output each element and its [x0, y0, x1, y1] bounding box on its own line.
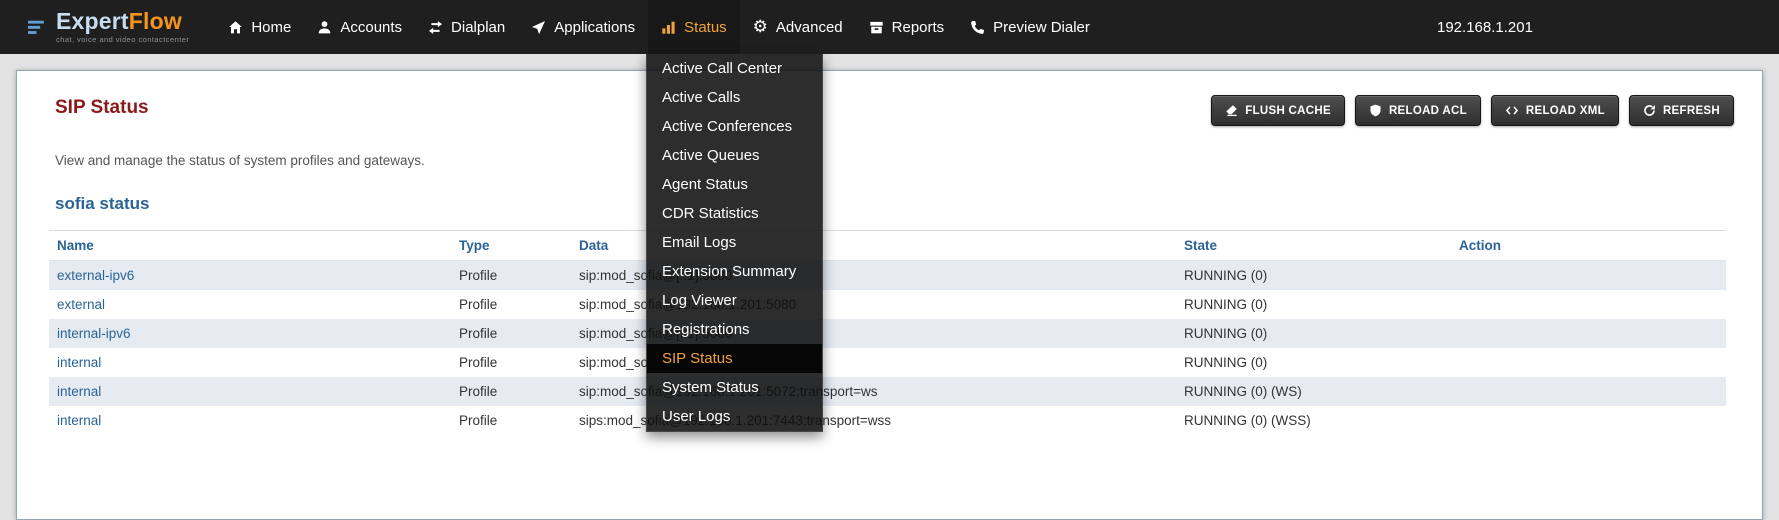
nav-label: Home: [251, 19, 291, 36]
state-cell: RUNNING (0): [1176, 261, 1451, 291]
nav-item-preview-dialer[interactable]: Preview Dialer: [957, 0, 1103, 54]
button-label: RELOAD ACL: [1389, 105, 1467, 117]
swap-arrows-icon: [428, 20, 443, 35]
menu-item-system-status[interactable]: System Status: [647, 373, 822, 402]
nav-label: Accounts: [340, 19, 402, 36]
nav-label: Dialplan: [451, 19, 505, 36]
nav-item-status[interactable]: Status: [648, 0, 740, 54]
menu-item-active-call-center[interactable]: Active Call Center: [647, 54, 822, 83]
state-cell: RUNNING (0): [1176, 348, 1451, 377]
menu-item-registrations[interactable]: Registrations: [647, 315, 822, 344]
content-card: SIP Status FLUSH CACHE RELOAD ACL RELOAD…: [16, 70, 1763, 520]
action-cell: [1451, 377, 1726, 406]
profile-link[interactable]: internal: [57, 413, 101, 428]
sofia-status-table: Name Type Data State Action external-ipv…: [49, 230, 1726, 435]
action-cell: [1451, 319, 1726, 348]
menu-item-active-queues[interactable]: Active Queues: [647, 141, 822, 170]
logo-text: ExpertFlow: [56, 8, 182, 34]
type-cell: Profile: [451, 377, 571, 406]
action-cell: [1451, 261, 1726, 291]
code-icon: [1505, 104, 1519, 117]
server-ip: 192.168.1.201: [1437, 0, 1533, 54]
page-description: View and manage the status of system pro…: [55, 153, 1734, 168]
logo-text-expert: Expert: [56, 8, 129, 34]
column-header-type: Type: [451, 231, 571, 261]
reload-acl-button[interactable]: RELOAD ACL: [1355, 95, 1481, 126]
nav-label: Status: [684, 19, 727, 36]
reload-xml-button[interactable]: RELOAD XML: [1491, 95, 1619, 126]
action-cell: [1451, 406, 1726, 435]
nav-label: Preview Dialer: [993, 19, 1090, 36]
menu-item-agent-status[interactable]: Agent Status: [647, 170, 822, 199]
table-row: external Profile sip:mod_sofia@192.168.1…: [49, 290, 1726, 319]
eraser-icon: [1225, 104, 1238, 117]
nav-item-reports[interactable]: Reports: [856, 0, 958, 54]
column-header-name: Name: [49, 231, 451, 261]
type-cell: Profile: [451, 290, 571, 319]
nav-item-advanced[interactable]: ⚙ Advanced: [740, 0, 856, 54]
toolbar: FLUSH CACHE RELOAD ACL RELOAD XML REFRES…: [1211, 95, 1734, 126]
button-label: RELOAD XML: [1526, 105, 1605, 117]
section-title-sofia-status: sofia status: [55, 194, 1734, 214]
type-cell: Profile: [451, 261, 571, 291]
logo-tagline: chat, voice and video contactcenter: [56, 35, 189, 44]
menu-item-cdr-statistics[interactable]: CDR Statistics: [647, 199, 822, 228]
nav-item-dialplan[interactable]: Dialplan: [415, 0, 518, 54]
logo-text-flow: Flow: [129, 8, 182, 34]
bar-chart-icon: [661, 20, 676, 35]
column-header-action: Action: [1451, 231, 1726, 261]
nav-item-home[interactable]: Home: [215, 0, 304, 54]
type-cell: Profile: [451, 406, 571, 435]
shield-icon: [1369, 104, 1382, 117]
type-cell: Profile: [451, 319, 571, 348]
table-header-row: Name Type Data State Action: [49, 231, 1726, 261]
menu-item-sip-status[interactable]: SIP Status: [647, 344, 822, 373]
table-row: internal Profile sip:mod_sofia@192.168.1…: [49, 348, 1726, 377]
logo-bars-icon: [28, 19, 47, 36]
top-navbar: ExpertFlow chat, voice and video contact…: [0, 0, 1779, 54]
nav-label: Reports: [892, 19, 945, 36]
user-icon: [317, 20, 332, 35]
refresh-button[interactable]: REFRESH: [1629, 95, 1734, 126]
table-row: internal-ipv6 Profile sip:mod_sofia@[::1…: [49, 319, 1726, 348]
nav-label: Advanced: [776, 19, 843, 36]
status-dropdown-menu: Active Call Center Active Calls Active C…: [646, 54, 823, 432]
profile-link[interactable]: internal: [57, 384, 101, 399]
phone-icon: [970, 20, 985, 35]
menu-item-active-conferences[interactable]: Active Conferences: [647, 112, 822, 141]
type-cell: Profile: [451, 348, 571, 377]
expertflow-logo[interactable]: ExpertFlow chat, voice and video contact…: [28, 10, 189, 44]
button-label: FLUSH CACHE: [1245, 105, 1331, 117]
menu-item-log-viewer[interactable]: Log Viewer: [647, 286, 822, 315]
nav-item-applications[interactable]: Applications: [518, 0, 648, 54]
home-icon: [228, 20, 243, 35]
action-cell: [1451, 290, 1726, 319]
archive-box-icon: [869, 20, 884, 35]
refresh-icon: [1643, 104, 1656, 117]
table-row: internal Profile sips:mod_sofia@192.168.…: [49, 406, 1726, 435]
action-cell: [1451, 348, 1726, 377]
table-row: external-ipv6 Profile sip:mod_sofia@[::1…: [49, 261, 1726, 291]
profile-link[interactable]: external: [57, 297, 105, 312]
profile-link[interactable]: internal: [57, 355, 101, 370]
gear-icon: ⚙: [753, 19, 768, 35]
profile-link[interactable]: external-ipv6: [57, 268, 134, 283]
state-cell: RUNNING (0) (WSS): [1176, 406, 1451, 435]
profile-link[interactable]: internal-ipv6: [57, 326, 131, 341]
state-cell: RUNNING (0): [1176, 319, 1451, 348]
menu-item-active-calls[interactable]: Active Calls: [647, 83, 822, 112]
column-header-state: State: [1176, 231, 1451, 261]
nav-label: Applications: [554, 19, 635, 36]
menu-item-user-logs[interactable]: User Logs: [647, 402, 822, 431]
button-label: REFRESH: [1663, 105, 1720, 117]
paper-plane-icon: [531, 20, 546, 35]
table-row: internal Profile sip:mod_sofia@192.168.1…: [49, 377, 1726, 406]
state-cell: RUNNING (0): [1176, 290, 1451, 319]
menu-item-extension-summary[interactable]: Extension Summary: [647, 257, 822, 286]
menu-item-email-logs[interactable]: Email Logs: [647, 228, 822, 257]
state-cell: RUNNING (0) (WS): [1176, 377, 1451, 406]
nav-item-accounts[interactable]: Accounts: [304, 0, 415, 54]
flush-cache-button[interactable]: FLUSH CACHE: [1211, 95, 1345, 126]
